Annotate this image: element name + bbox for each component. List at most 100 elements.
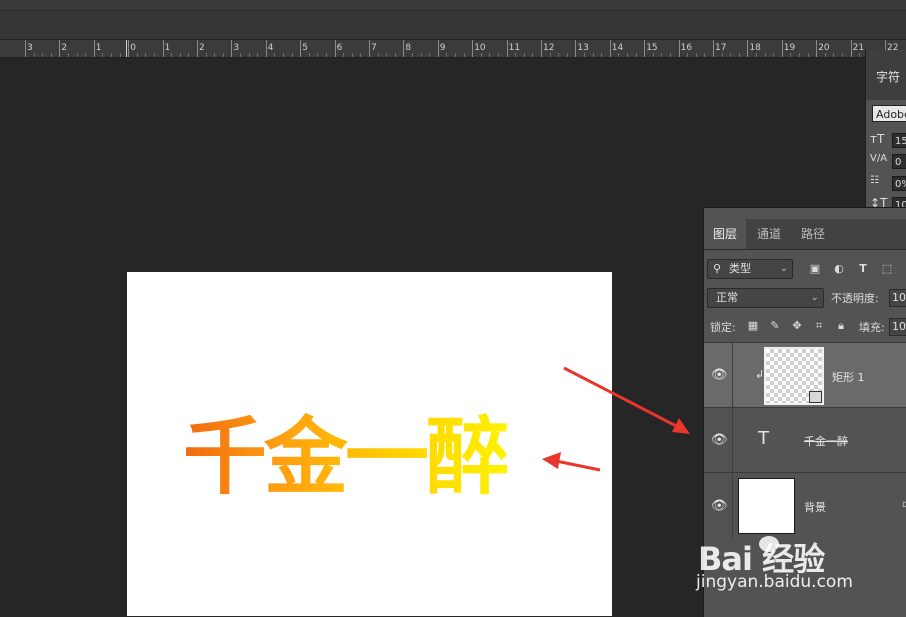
clipping-mask-icon: ↲ bbox=[755, 368, 765, 381]
ruler-label: 7 bbox=[371, 43, 377, 53]
lock-position-icon[interactable]: ✥ bbox=[790, 319, 804, 333]
lock-all-icon[interactable]: 🔒︎ bbox=[834, 319, 848, 333]
ruler-minor-tick bbox=[171, 53, 173, 57]
ruler-major-tick bbox=[403, 40, 405, 57]
ruler-label: 17 bbox=[715, 43, 727, 53]
scale-field[interactable]: 0% bbox=[892, 176, 906, 191]
ruler-minor-tick bbox=[446, 53, 448, 57]
ruler-minor-tick bbox=[764, 53, 766, 57]
ruler-minor-tick bbox=[592, 53, 594, 57]
scale-row: ☷ 0% bbox=[870, 175, 906, 193]
layer-row-shape[interactable]: 👁︎ ↲ 矩形 1 bbox=[704, 342, 906, 407]
ruler-major-tick bbox=[541, 40, 542, 57]
ruler-minor-tick bbox=[308, 53, 310, 57]
ruler-minor-tick bbox=[420, 53, 422, 57]
layer-name[interactable]: 矩形 1 bbox=[832, 369, 865, 385]
shape-layer-thumbnail bbox=[764, 347, 824, 405]
layer-name[interactable]: 背景 bbox=[804, 499, 826, 515]
baidu-jingyan-watermark: Bai 经验 jingyan.baidu.com bbox=[696, 514, 906, 616]
ruler-major-tick bbox=[369, 40, 370, 57]
ruler-label: 20 bbox=[818, 43, 830, 53]
font-size-icon: ᴛT bbox=[870, 132, 885, 146]
lock-transparency-icon[interactable]: ▦ bbox=[746, 319, 760, 333]
ruler-minor-tick bbox=[730, 53, 732, 57]
ruler-major-tick bbox=[231, 40, 233, 57]
ruler-label: 18 bbox=[749, 43, 761, 53]
layer-filter-select[interactable]: ⚲ 类型 ⌄ bbox=[707, 259, 793, 279]
tab-channels[interactable]: 通道 bbox=[748, 219, 790, 249]
ruler-minor-tick bbox=[480, 53, 482, 57]
ruler-minor-tick bbox=[377, 53, 379, 57]
ruler-label: 15 bbox=[646, 43, 658, 53]
character-panel-header: 字符 bbox=[866, 50, 906, 100]
ruler-minor-tick bbox=[515, 53, 517, 57]
ruler-minor-tick bbox=[738, 53, 740, 57]
ruler-minor-tick bbox=[188, 53, 190, 57]
ruler-major-tick bbox=[128, 40, 130, 57]
ruler-minor-tick bbox=[360, 53, 362, 57]
ruler-minor-tick bbox=[154, 53, 155, 57]
ruler-minor-tick bbox=[790, 53, 792, 57]
ruler-minor-tick bbox=[136, 53, 138, 57]
horizontal-ruler[interactable]: 3 2 1 0 1 2 3 4 5 6 7 8 9 10 11 12 13 14 15 16 17 18 19 20 21 22 bbox=[0, 40, 906, 58]
ruler-minor-tick bbox=[119, 53, 121, 57]
ruler-minor-tick bbox=[412, 53, 413, 57]
ruler-label: 2 bbox=[61, 43, 68, 53]
lock-pixels-icon[interactable]: ✎ bbox=[768, 319, 782, 333]
menu-bar bbox=[0, 0, 906, 11]
font-family-field[interactable]: Adobe bbox=[872, 105, 906, 122]
ruler-minor-tick bbox=[386, 53, 388, 57]
tab-paths[interactable]: 路径 bbox=[792, 219, 834, 249]
ruler-major-tick bbox=[93, 40, 95, 57]
ruler-minor-tick bbox=[343, 53, 345, 57]
ruler-minor-tick bbox=[257, 53, 259, 57]
type-filter-icon[interactable]: T bbox=[856, 262, 870, 276]
ruler-minor-tick bbox=[274, 53, 276, 57]
text-layer-thumbnail-icon: T bbox=[758, 428, 769, 449]
gradient-title-text[interactable]: 千金一醉 bbox=[183, 390, 510, 511]
ruler-minor-tick bbox=[661, 53, 663, 57]
character-panel: 字符 Adobe ᴛT 15 V/A 0 ☷ 0% ↕T 10 bbox=[865, 50, 906, 210]
shape-badge-icon bbox=[809, 391, 822, 403]
ruler-minor-tick bbox=[455, 53, 456, 57]
kerning-row: V/A 0 bbox=[870, 153, 906, 171]
ruler-major-tick bbox=[850, 40, 852, 57]
ruler-minor-tick bbox=[859, 53, 861, 57]
ruler-label: 1 bbox=[164, 43, 171, 53]
eye-icon: 👁︎ bbox=[711, 432, 728, 448]
ruler-minor-tick bbox=[283, 53, 284, 57]
lock-artboard-icon[interactable]: ⌗ bbox=[812, 319, 826, 333]
layer-name[interactable]: 千金一醉 bbox=[804, 433, 848, 449]
ruler-major-tick bbox=[300, 40, 302, 57]
ruler-minor-tick bbox=[601, 53, 603, 57]
document-canvas[interactable]: 千金一醉 bbox=[127, 272, 612, 616]
fill-field[interactable]: 100 bbox=[889, 318, 906, 336]
ruler-label: 9 bbox=[439, 43, 446, 53]
chevron-down-icon: ⌄ bbox=[810, 292, 819, 303]
visibility-toggle[interactable]: 👁︎ bbox=[704, 408, 733, 472]
visibility-toggle[interactable]: 👁︎ bbox=[704, 343, 733, 407]
shape-filter-icon[interactable]: ⬚ bbox=[880, 262, 894, 276]
options-bar bbox=[0, 11, 906, 40]
tab-character[interactable]: 字符 bbox=[876, 68, 900, 85]
ruler-minor-tick bbox=[532, 53, 534, 57]
blend-mode-select[interactable]: 正常 ⌄ bbox=[707, 288, 824, 308]
layer-row-text[interactable]: 👁︎ T 千金一醉 bbox=[704, 407, 906, 472]
opacity-label: 不透明度: bbox=[831, 292, 879, 305]
kerning-field[interactable]: 0 bbox=[892, 154, 906, 169]
tab-layers[interactable]: 图层 bbox=[704, 219, 746, 249]
ruler-major-tick bbox=[25, 40, 26, 57]
ruler-label: 2 bbox=[199, 43, 205, 53]
ruler-major-tick bbox=[437, 40, 439, 57]
layer-filter-value: 类型 bbox=[729, 262, 751, 275]
lock-label: 锁定: bbox=[710, 321, 736, 334]
chevron-down-icon: ⌄ bbox=[779, 263, 788, 274]
ruler-minor-tick bbox=[214, 53, 216, 57]
ruler-major-tick bbox=[747, 40, 749, 57]
image-filter-icon[interactable]: ▣ bbox=[808, 262, 822, 276]
watermark-url: jingyan.baidu.com bbox=[696, 572, 853, 592]
adjustment-filter-icon[interactable]: ◐ bbox=[832, 262, 846, 276]
opacity-field[interactable]: 100 bbox=[889, 289, 906, 307]
ruler-label: 0 bbox=[130, 43, 136, 53]
font-size-field[interactable]: 15 bbox=[892, 133, 906, 148]
